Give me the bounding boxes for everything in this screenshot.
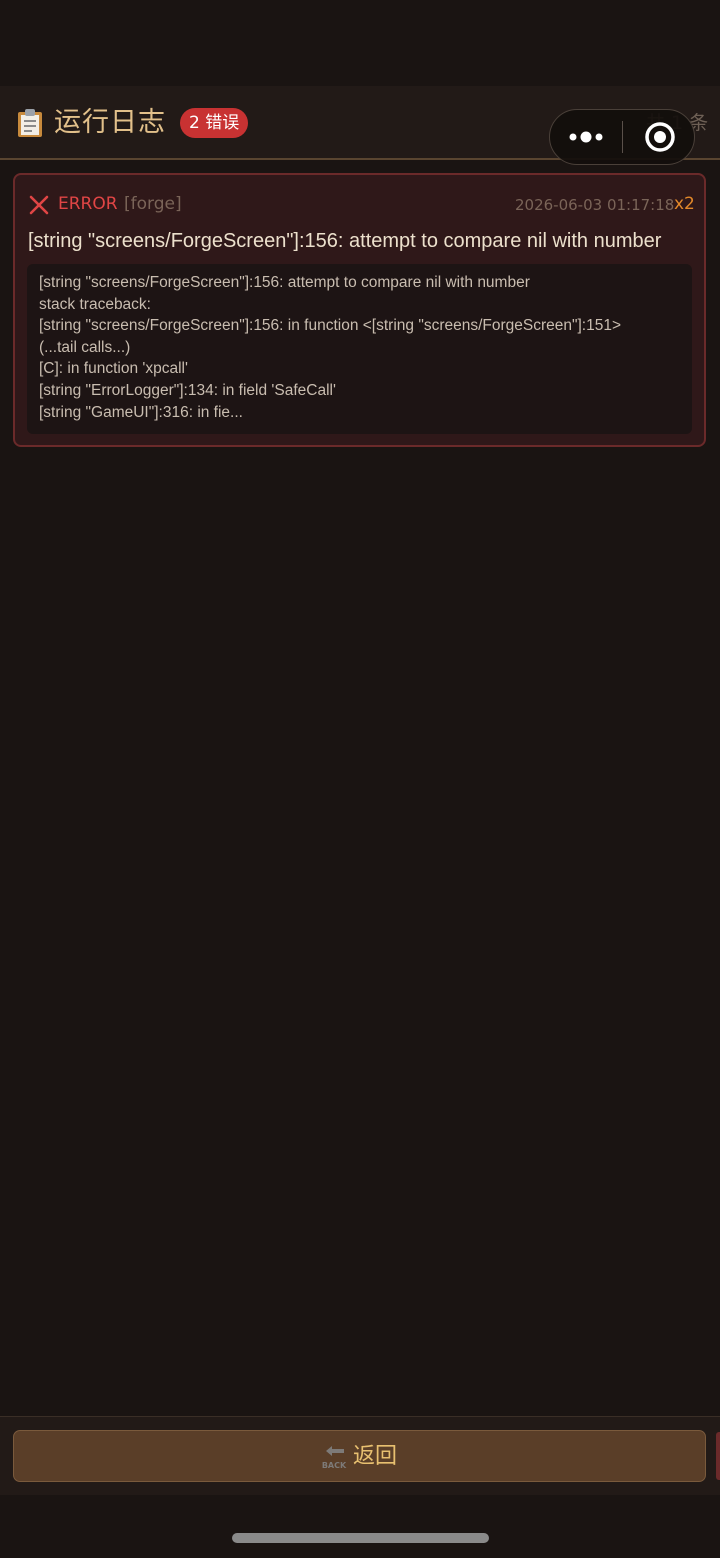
- traceback-line: [C]: in function 'xpcall': [39, 360, 188, 378]
- stack-traceback: [string "screens/ForgeScreen"]:156: atte…: [27, 264, 692, 434]
- status-bar: [0, 0, 720, 86]
- more-button[interactable]: [550, 110, 622, 164]
- back-arrow-icon: BACK: [322, 1446, 347, 1470]
- more-dots-icon: [569, 131, 603, 143]
- traceback-line: stack traceback:: [39, 295, 151, 313]
- log-message: [string "screens/ForgeScreen"]:156: atte…: [28, 230, 662, 252]
- traceback-line: (...tail calls...): [39, 338, 131, 356]
- page-title: 运行日志: [54, 107, 166, 138]
- edge-sliver: [716, 1432, 720, 1480]
- page-header: 运行日志 2 错误 共 1 条: [0, 86, 720, 165]
- target-close-icon: [645, 122, 675, 152]
- error-count-badge: 2 错误: [180, 108, 249, 138]
- back-button-label: 返回: [353, 1444, 398, 1469]
- log-timestamp: 2026-06-03 01:17:18: [515, 196, 675, 214]
- mini-program-capsule: [549, 109, 695, 165]
- traceback-line: [string "screens/ForgeScreen"]:156: atte…: [39, 274, 530, 291]
- traceback-line: [string "ErrorLogger"]:134: in field 'Sa…: [39, 381, 336, 399]
- cross-icon: [29, 195, 49, 215]
- clipboard-icon: [18, 109, 42, 137]
- back-button[interactable]: BACK 返回: [13, 1430, 706, 1482]
- log-entry-card[interactable]: ERROR [forge] 2026-06-03 01:17:18 x2 [st…: [13, 173, 706, 447]
- log-module: [forge]: [124, 194, 182, 214]
- bottom-bar: BACK 返回: [0, 1416, 720, 1495]
- traceback-line: [string "GameUI"]:316: in fie...: [39, 403, 243, 421]
- back-icon-text: BACK: [322, 1461, 347, 1470]
- traceback-line: [string "screens/ForgeScreen"]:156: in f…: [39, 317, 622, 335]
- close-button[interactable]: [623, 110, 695, 164]
- home-indicator: [232, 1533, 489, 1543]
- repeat-count: x2: [674, 194, 695, 214]
- log-level: ERROR: [58, 194, 118, 214]
